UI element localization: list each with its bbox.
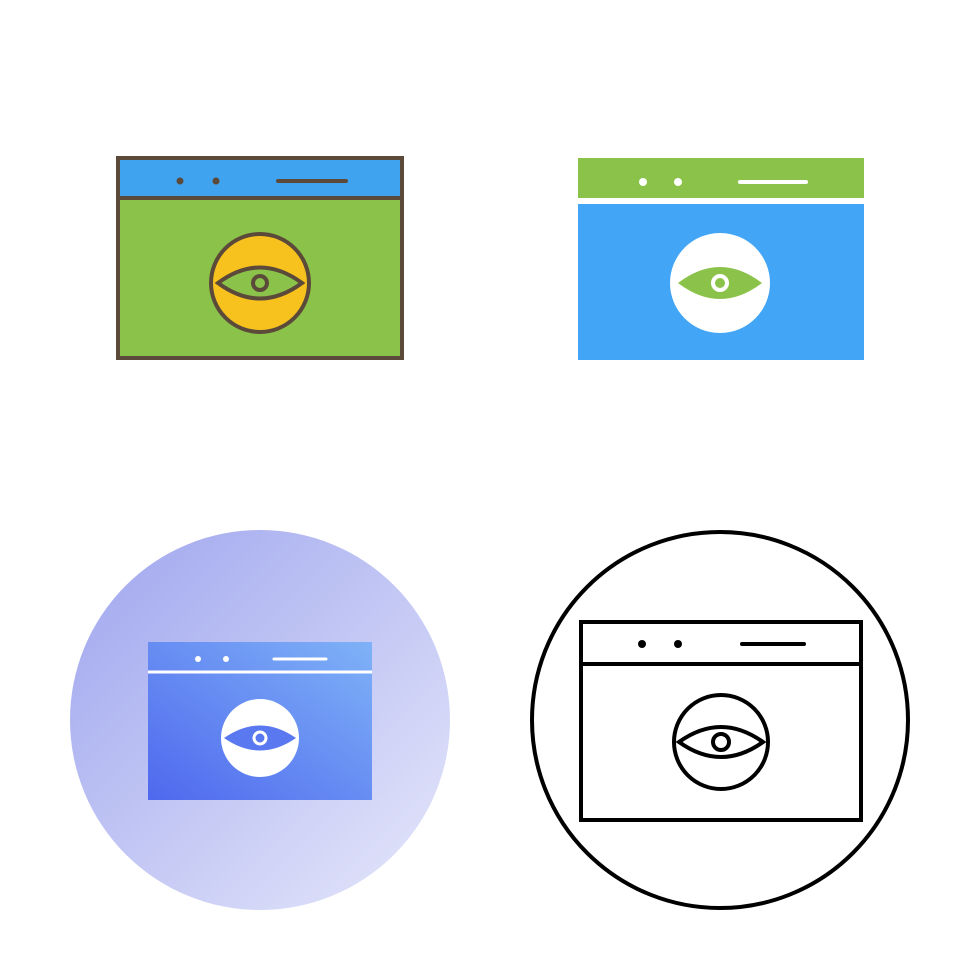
browser-eye-icon-graphic <box>70 530 450 910</box>
titlebar-dot <box>674 640 682 648</box>
browser-titlebar <box>116 156 404 200</box>
browser-eye-icon-graphic <box>578 158 864 360</box>
browser-eye-icon <box>570 150 870 370</box>
titlebar-dot <box>176 177 184 185</box>
browser-eye-icon <box>520 520 920 920</box>
outline-circle <box>530 530 910 910</box>
titlebar-dot <box>223 656 229 662</box>
browser-eye-icon <box>60 520 460 920</box>
icon-set <box>0 0 980 980</box>
titlebar-dot <box>638 640 646 648</box>
browser-eye-icon-graphic <box>530 530 910 910</box>
browser-eye-icon-graphic <box>116 156 404 360</box>
titlebar-dot <box>639 178 647 186</box>
browser-titlebar <box>578 158 864 198</box>
titlebar-dot <box>674 178 682 186</box>
titlebar-dot <box>195 656 201 662</box>
browser-eye-icon <box>110 150 410 370</box>
titlebar-dot <box>212 177 220 185</box>
